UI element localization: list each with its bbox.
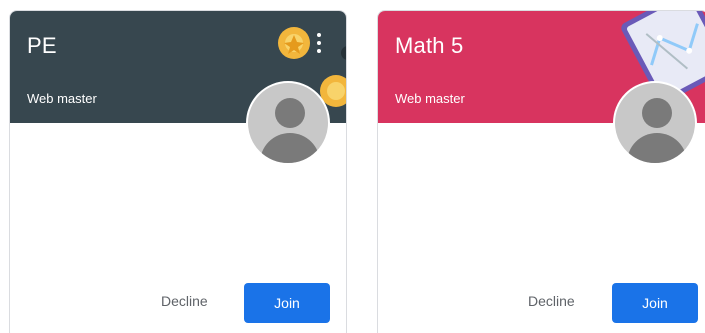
class-invitations: PE Web master Decline Join Math 5 Web ma… bbox=[0, 0, 705, 333]
person-avatar-icon bbox=[613, 81, 697, 165]
card-actions: Decline Join bbox=[378, 283, 705, 323]
more-vert-icon[interactable] bbox=[314, 31, 324, 55]
class-card-pe: PE Web master Decline Join bbox=[9, 10, 347, 333]
class-teacher: Web master bbox=[27, 91, 97, 106]
class-card-math-5: Math 5 Web master Decline Join bbox=[377, 10, 705, 333]
class-teacher: Web master bbox=[395, 91, 465, 106]
card-actions: Decline Join bbox=[10, 283, 346, 323]
join-button[interactable]: Join bbox=[244, 283, 330, 323]
class-title[interactable]: PE bbox=[27, 33, 57, 59]
class-title[interactable]: Math 5 bbox=[395, 33, 463, 59]
decline-button[interactable]: Decline bbox=[161, 293, 208, 309]
decline-button[interactable]: Decline bbox=[528, 293, 575, 309]
person-avatar-icon bbox=[246, 81, 330, 165]
join-button[interactable]: Join bbox=[612, 283, 698, 323]
